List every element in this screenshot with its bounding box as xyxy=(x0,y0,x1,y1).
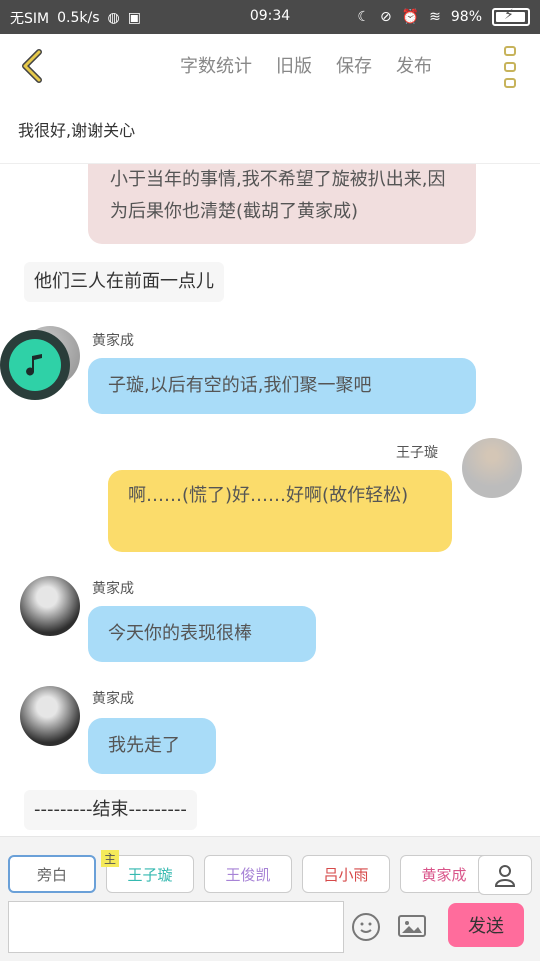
message-bubble[interactable]: 啊……(慌了)好……好啊(故作轻松) xyxy=(108,470,452,552)
chevron-left-icon xyxy=(22,49,42,83)
character-selector: 旁白 主 王子璇 王俊凯 吕小雨 黄家成 xyxy=(8,850,488,893)
top-bar: 字数统计 旧版 保存 发布 xyxy=(0,34,540,99)
narration-text: ---------结束--------- xyxy=(34,799,187,820)
mute-icon: ⊘ xyxy=(379,9,392,25)
narration-text: 他们三人在前面一点儿 xyxy=(34,271,214,292)
character-label: 旁白 xyxy=(36,865,67,884)
more-dot-icon xyxy=(504,46,516,56)
speaker-name: 黄家成 xyxy=(92,691,134,707)
chat-area[interactable]: 小于当年的事情,我不希望了旋被扒出来,因为后果你也清楚(截胡了黄家成) 他们三人… xyxy=(0,164,540,836)
avatar[interactable] xyxy=(20,576,80,636)
message-input[interactable] xyxy=(8,901,344,953)
message-text: 子璇,以后有空的话,我们聚一聚吧 xyxy=(108,375,372,396)
battery-icon: ⚡ xyxy=(492,7,530,26)
main-badge: 主 xyxy=(101,850,120,867)
avatar[interactable] xyxy=(462,438,522,498)
top-nav: 字数统计 旧版 保存 发布 xyxy=(180,52,432,78)
narration-bubble[interactable]: ---------结束--------- xyxy=(24,790,197,830)
publish-tab[interactable]: 发布 xyxy=(396,52,432,78)
speaker-name: 黄家成 xyxy=(92,581,134,597)
speaker-name: 黄家成 xyxy=(92,333,134,349)
moon-icon: ☾ xyxy=(357,9,370,25)
character-wangjunkai[interactable]: 王俊凯 xyxy=(204,855,292,893)
message-text: 小于当年的事情,我不希望了旋被扒出来,因为后果你也清楚(截胡了黄家成) xyxy=(110,169,446,222)
battery-percentage: 98% xyxy=(450,9,482,25)
character-label: 王子璇 xyxy=(127,865,173,884)
status-right: ☾ ⊘ ⏰ ≋ 98% ⚡ xyxy=(357,7,530,26)
message-bubble[interactable]: 小于当年的事情,我不希望了旋被扒出来,因为后果你也清楚(截胡了黄家成) xyxy=(88,164,476,244)
alarm-icon: ⏰ xyxy=(401,9,420,25)
character-label: 吕小雨 xyxy=(323,865,369,884)
wifi-icon: ≋ xyxy=(429,9,441,25)
image-icon[interactable] xyxy=(398,915,426,937)
user-icon xyxy=(494,865,516,887)
music-note-icon xyxy=(9,339,61,391)
chapter-subtitle: 我很好,谢谢关心 xyxy=(0,98,540,164)
message-bubble[interactable]: 子璇,以后有空的话,我们聚一聚吧 xyxy=(88,358,476,414)
message-text: 啊……(慌了)好……好啊(故作轻松) xyxy=(128,485,409,506)
avatar[interactable] xyxy=(20,686,80,746)
music-button[interactable] xyxy=(0,330,70,400)
word-count-tab[interactable]: 字数统计 xyxy=(180,52,252,78)
message-bubble[interactable]: 今天你的表现很棒 xyxy=(88,606,316,662)
more-button[interactable] xyxy=(504,46,522,88)
status-bar: 无SIM 0.5k/s ◍ ▣ 09:34 ☾ ⊘ ⏰ ≋ 98% ⚡ xyxy=(0,0,540,34)
message-text: 今天你的表现很棒 xyxy=(108,623,252,644)
speaker-name: 王子璇 xyxy=(396,445,438,461)
message-bubble[interactable]: 我先走了 xyxy=(88,718,216,774)
back-button[interactable] xyxy=(12,46,52,86)
more-dot-icon xyxy=(504,62,516,72)
save-tab[interactable]: 保存 xyxy=(336,52,372,78)
character-lvxiaoyu[interactable]: 吕小雨 xyxy=(302,855,390,893)
send-button[interactable]: 发送 xyxy=(448,903,524,947)
emoji-icon[interactable] xyxy=(352,913,380,941)
narration-bubble[interactable]: 他们三人在前面一点儿 xyxy=(24,262,224,302)
character-label: 黄家成 xyxy=(421,865,467,884)
more-dot-icon xyxy=(504,78,516,88)
bottom-panel: 旁白 主 王子璇 王俊凯 吕小雨 黄家成 发送 xyxy=(0,836,540,961)
add-character-button[interactable] xyxy=(478,855,532,895)
character-narrator[interactable]: 旁白 xyxy=(8,855,96,893)
character-label: 王俊凯 xyxy=(225,865,271,884)
old-version-tab[interactable]: 旧版 xyxy=(276,52,312,78)
message-text: 我先走了 xyxy=(108,735,180,756)
character-wangzixuan[interactable]: 主 王子璇 xyxy=(101,850,194,893)
character-huangjiacheng[interactable]: 黄家成 xyxy=(400,855,488,893)
